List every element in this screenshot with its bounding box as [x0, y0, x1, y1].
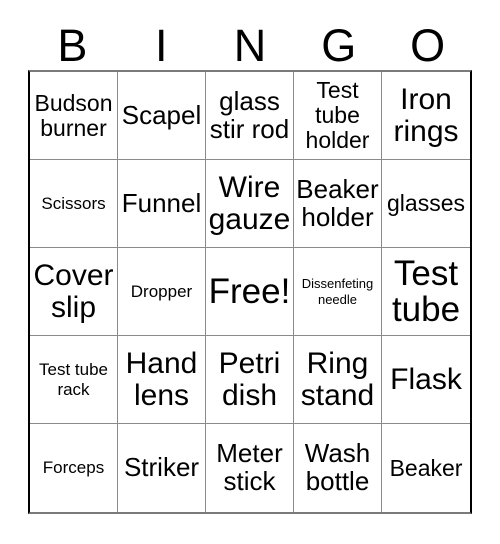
bingo-cell[interactable]: Hand lens [118, 336, 206, 424]
bingo-cell-label: Petri dish [218, 347, 281, 412]
header-letter-g: G [321, 20, 357, 71]
bingo-cell[interactable]: Iron rings [382, 72, 470, 160]
bingo-cell[interactable]: Forceps [30, 424, 118, 512]
bingo-cell-label: Free! [208, 271, 291, 311]
bingo-cell-label: Dissenfeting needle [301, 276, 374, 307]
bingo-cell-label: Cover slip [33, 259, 114, 324]
bingo-cell-label: Dropper [130, 281, 193, 301]
bingo-cell[interactable]: Scapel [118, 72, 206, 160]
bingo-cell-label: Beaker holder [296, 173, 379, 232]
bingo-cell[interactable]: Budson burner [30, 72, 118, 160]
bingo-cell-label: Ring stand [300, 347, 375, 412]
bingo-cell[interactable]: Test tube rack [30, 336, 118, 424]
bingo-cell[interactable]: Test tube [382, 248, 470, 336]
bingo-cell-label: Scissors [41, 193, 106, 213]
bingo-cell-label: Wash bottle [304, 438, 371, 496]
bingo-cell[interactable]: Dissenfeting needle [294, 248, 382, 336]
bingo-cell[interactable]: Scissors [30, 160, 118, 248]
bingo-cell-label: Scapel [121, 99, 202, 130]
header-letter-b: B [57, 20, 88, 71]
bingo-cell-label: Budson burner [34, 89, 113, 141]
header-letter-i: I [154, 20, 168, 71]
bingo-cell-label: Meter stick [216, 438, 283, 496]
bingo-grid: Budson burner Scapel glass stir rod Test… [28, 70, 472, 514]
bingo-header: B I N G O [28, 16, 472, 70]
bingo-cell-label: Wire gauze [208, 171, 291, 236]
bingo-cell-label: Forceps [42, 458, 105, 478]
bingo-cell-label: Test tube [391, 253, 461, 329]
bingo-cell-label: Funnel [121, 187, 202, 218]
bingo-cell-label: glass stir rod [209, 85, 290, 144]
header-letter-o: O [410, 20, 446, 71]
bingo-cell-label: Test tube holder [305, 77, 370, 153]
bingo-cell[interactable]: Wash bottle [294, 424, 382, 512]
bingo-cell[interactable]: Ring stand [294, 336, 382, 424]
bingo-cell-free[interactable]: Free! [206, 248, 294, 336]
bingo-cell[interactable]: Beaker [382, 424, 470, 512]
bingo-cell-label: Flask [390, 362, 462, 396]
bingo-cell[interactable]: Dropper [118, 248, 206, 336]
bingo-cell[interactable]: Meter stick [206, 424, 294, 512]
bingo-cell-label: glasses [387, 190, 465, 217]
bingo-cell[interactable]: glasses [382, 160, 470, 248]
bingo-cell-label: Iron rings [393, 83, 459, 148]
bingo-cell-label: Hand lens [125, 347, 198, 412]
bingo-cell[interactable]: Flask [382, 336, 470, 424]
bingo-cell-label: Striker [123, 452, 200, 483]
bingo-card: B I N G O Budson burner Scapel glass sti… [0, 0, 500, 544]
bingo-cell[interactable]: Striker [118, 424, 206, 512]
bingo-cell[interactable]: Funnel [118, 160, 206, 248]
bingo-cell[interactable]: Beaker holder [294, 160, 382, 248]
bingo-cell[interactable]: Cover slip [30, 248, 118, 336]
bingo-cell[interactable]: glass stir rod [206, 72, 294, 160]
bingo-cell[interactable]: Petri dish [206, 336, 294, 424]
bingo-cell-label: Beaker [389, 454, 463, 481]
bingo-cell[interactable]: Wire gauze [206, 160, 294, 248]
bingo-cell[interactable]: Test tube holder [294, 72, 382, 160]
header-letter-n: N [233, 20, 267, 71]
bingo-cell-label: Test tube rack [39, 360, 108, 399]
